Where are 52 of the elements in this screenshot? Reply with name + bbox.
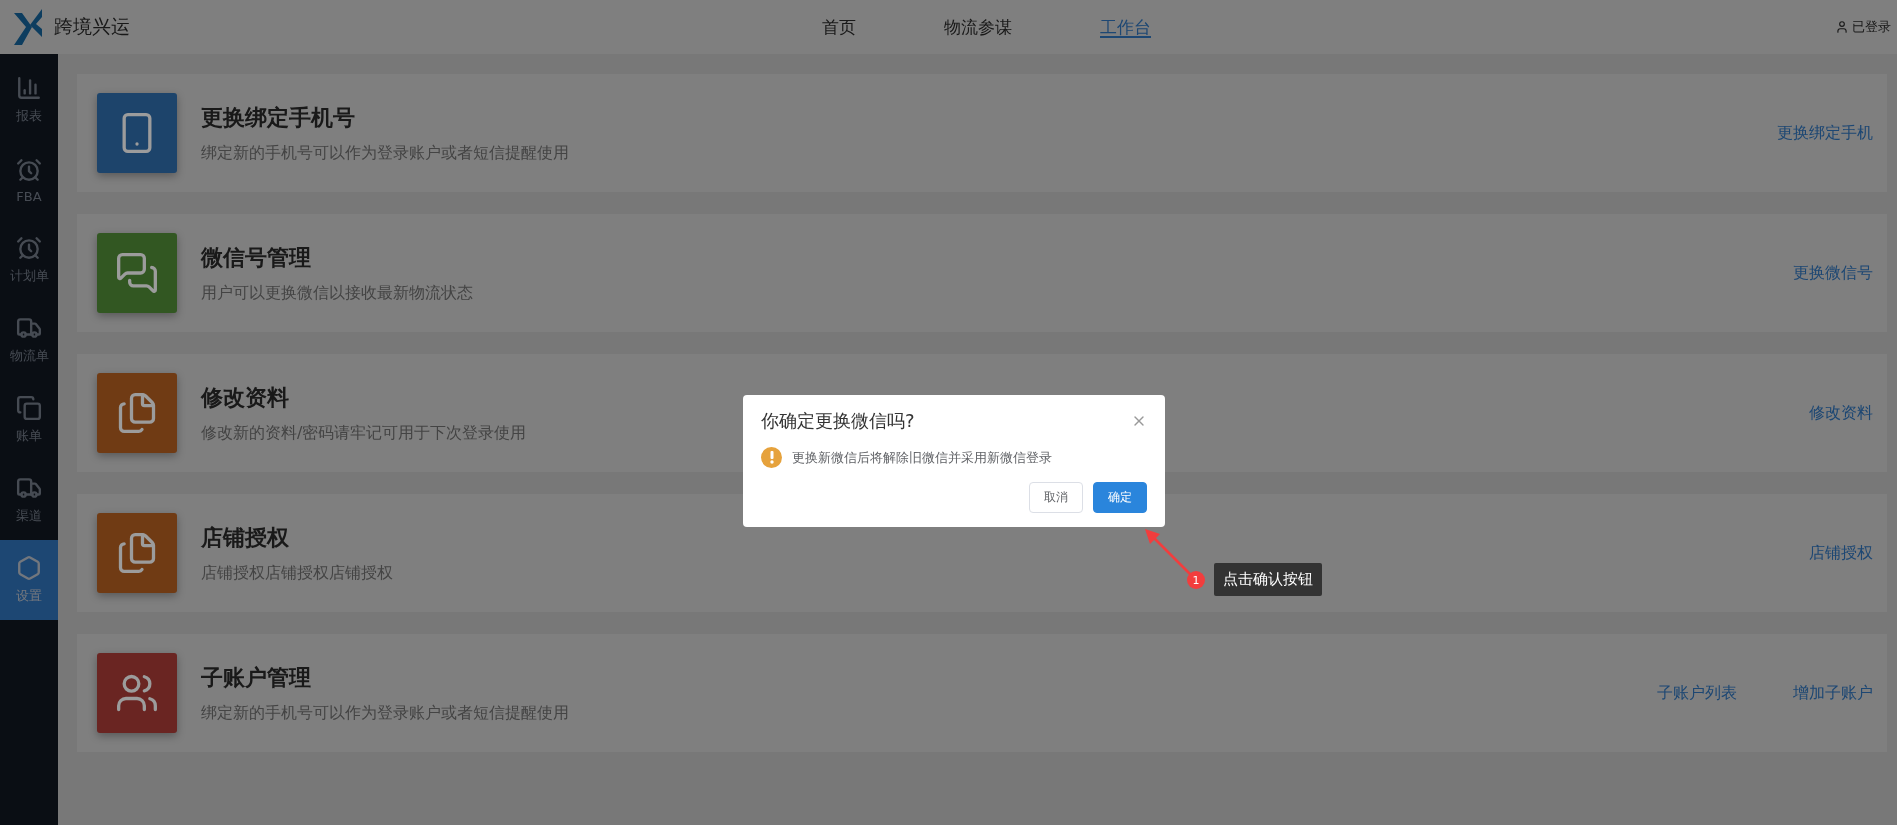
card-link[interactable]: 修改资料	[1809, 402, 1873, 424]
chat-bubbles-icon	[115, 251, 159, 295]
confirm-button[interactable]: 确定	[1093, 482, 1147, 513]
sidebar-label: 设置	[16, 587, 42, 605]
card-link[interactable]: 店铺授权	[1809, 542, 1873, 564]
card-description: 修改新的资料/密码请牢记可用于下次登录使用	[201, 422, 527, 444]
sidebar-item[interactable]: 渠道	[0, 460, 58, 540]
truck-icon	[16, 475, 42, 501]
settings-icon	[16, 555, 42, 581]
alarm-clock-icon	[16, 235, 42, 261]
sidebar-item[interactable]: FBA	[0, 140, 58, 220]
warning-icon	[761, 447, 782, 468]
user-icon	[1835, 20, 1849, 34]
annotation-arrow	[1145, 529, 1193, 577]
card-title: 子账户管理	[201, 663, 311, 692]
sidebar-label: 账单	[16, 427, 42, 445]
card-title: 修改资料	[201, 383, 289, 412]
sidebar-label: 物流单	[9, 347, 49, 365]
card-title: 店铺授权	[201, 523, 289, 552]
card-description: 绑定新的手机号可以作为登录账户或者短信提醒使用	[201, 702, 569, 724]
card-title: 微信号管理	[201, 243, 311, 272]
annotation-tooltip: 点击确认按钮	[1214, 563, 1322, 596]
sidebar-item[interactable]: 设置	[0, 540, 58, 620]
dialog-message: 更换新微信后将解除旧微信并采用新微信登录	[792, 448, 1052, 467]
card-link[interactable]: 子账户列表	[1657, 682, 1737, 704]
bar-chart-icon	[16, 75, 42, 101]
logo-icon	[12, 7, 44, 47]
truck-icon	[16, 315, 42, 341]
sidebar-item[interactable]: 计划单	[0, 220, 58, 300]
sidebar-item[interactable]: 报表	[0, 60, 58, 140]
sidebar-item[interactable]: 物流单	[0, 300, 58, 380]
nav-tab[interactable]: 首页	[822, 0, 856, 54]
sidebar-label: 渠道	[16, 507, 42, 525]
sidebar-label: FBA	[16, 188, 42, 204]
card-description: 绑定新的手机号可以作为登录账户或者短信提醒使用	[201, 142, 569, 164]
alarm-clock-icon	[16, 156, 42, 183]
card-link[interactable]: 更换绑定手机	[1777, 122, 1873, 144]
sidebar-label: 计划单	[9, 267, 49, 285]
card-link[interactable]: 增加子账户	[1793, 682, 1873, 704]
brand-name: 跨境兴运	[54, 14, 130, 39]
card-description: 店铺授权店铺授权店铺授权	[201, 562, 393, 584]
nav-tab[interactable]: 工作台	[1100, 0, 1151, 54]
card-description: 用户可以更换微信以接收最新物流状态	[201, 282, 473, 304]
card-link[interactable]: 更换微信号	[1793, 262, 1873, 284]
card-title: 更换绑定手机号	[201, 103, 355, 132]
dialog-title: 你确定更换微信吗?	[761, 409, 915, 433]
cancel-button[interactable]: 取消	[1029, 482, 1083, 513]
document-stack-icon	[16, 395, 42, 421]
sidebar-label: 报表	[16, 107, 42, 125]
user-status-link[interactable]: 已登录	[1835, 18, 1897, 36]
nav-tab[interactable]: 物流参谋	[944, 0, 1012, 54]
sidebar-item[interactable]: 账单	[0, 380, 58, 460]
